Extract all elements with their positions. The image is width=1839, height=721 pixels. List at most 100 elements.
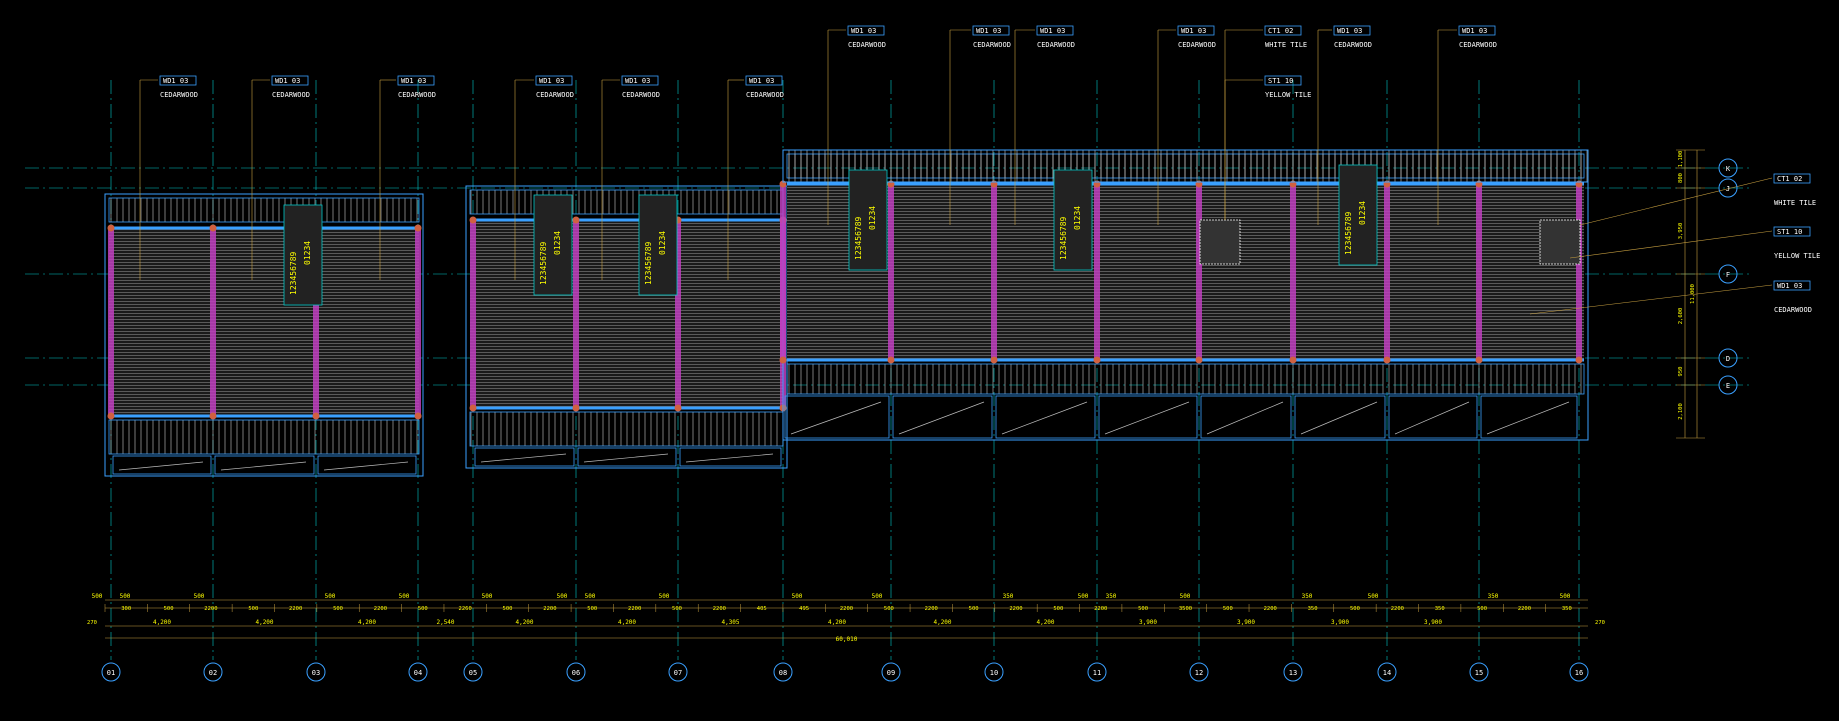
dim-detail: 2200	[1518, 606, 1531, 612]
dim-top: 500	[659, 593, 670, 600]
dim-bay: 4,200	[828, 619, 846, 626]
block-c-column-node	[1195, 356, 1203, 364]
block-c-column-wall	[1476, 184, 1482, 360]
dim-right: 2,600	[1678, 308, 1684, 325]
dim-top: 500	[1180, 593, 1191, 600]
block-c-bay	[1480, 395, 1578, 439]
cad-drawing-canvas: 123456789 01234 123456789 01234 123456789 012…	[0, 0, 1839, 721]
stair-number-short: 01234	[658, 231, 667, 255]
dim-bay: 3,900	[1237, 619, 1255, 626]
dim-top: 500	[872, 593, 883, 600]
tag-code: CT1 02	[1268, 27, 1293, 35]
tag-name: WHITE TILE	[1265, 41, 1307, 49]
block-a-column-node	[414, 412, 422, 420]
block-c-bay	[1388, 395, 1478, 439]
dim-top: 500	[194, 593, 205, 600]
block-c-column-node	[1575, 356, 1583, 364]
block-c-stair-line	[1104, 401, 1190, 435]
stair-number-short: 01234	[303, 241, 312, 265]
dim-detail: 2200	[543, 606, 556, 612]
tag-code: WD1 03	[1337, 27, 1362, 35]
dim-detail: 2200	[1264, 606, 1277, 612]
tag-name: CEDARWOOD	[1774, 306, 1812, 314]
dim-detail: 2200	[1094, 606, 1107, 612]
tag-name: CEDARWOOD	[1037, 41, 1075, 49]
block-b-column-node	[674, 404, 682, 412]
block-a-bay	[317, 455, 417, 475]
grid-bubble-07: 07	[668, 662, 688, 682]
block-b-stair-line	[685, 453, 774, 463]
block-b-stair-line	[583, 453, 669, 463]
block-c-bottom-railing	[786, 363, 1585, 395]
block-a-bay	[112, 455, 212, 475]
block-b-column-node	[469, 404, 477, 412]
dim-top: 500	[482, 593, 493, 600]
block-c-column-wall	[1094, 184, 1100, 360]
block-b-bay	[474, 447, 575, 467]
block-c-column-wall	[991, 184, 997, 360]
dim-top: 350	[1003, 593, 1014, 600]
block-a-stair-line	[220, 461, 307, 471]
tag-name: YELLOW TILE	[1265, 91, 1311, 99]
material-tag-right: ST1 10 YELLOW TILE	[1569, 226, 1820, 260]
dim-detail: 2200	[1009, 606, 1022, 612]
block-a-floor	[109, 228, 419, 416]
grid-bubble-label: 10	[990, 669, 998, 677]
block-c-stair-line	[1001, 401, 1088, 435]
dim-top: 350	[1106, 593, 1117, 600]
block-c-column-wall	[780, 184, 786, 360]
dim-right-total: 11,000	[1690, 284, 1696, 304]
grid-bubble-label: 04	[414, 669, 422, 677]
material-tag-right: CT1 02 WHITE TILE	[1579, 173, 1816, 226]
dim-top: 500	[1078, 593, 1089, 600]
block-c-column-node	[990, 356, 998, 364]
dim-bay: 3,900	[1424, 619, 1442, 626]
grid-bubble-label: F	[1726, 271, 1730, 279]
block-c-column-node	[1383, 356, 1391, 364]
dim-detail: 350	[1435, 606, 1445, 612]
tag-code: WD1 03	[1181, 27, 1206, 35]
tag-code: WD1 03	[1777, 282, 1802, 290]
block-c-stair-line	[790, 401, 882, 435]
grid-bubble-02: 02	[203, 662, 223, 682]
block-c-column-wall	[1576, 184, 1582, 360]
grid-bubble-12: 12	[1189, 662, 1209, 682]
tag-name: CEDARWOOD	[1334, 41, 1372, 49]
grid-bubble-09: 09	[881, 662, 901, 682]
grid-bubble-15: 15	[1469, 662, 1489, 682]
dim-top: 500	[399, 593, 410, 600]
dim-detail: 495	[799, 606, 809, 612]
block-c-stair-line	[1486, 401, 1570, 435]
block-b-top-railing	[469, 189, 784, 215]
dim-detail: 500	[1223, 606, 1233, 612]
stair-number-short: 01234	[1073, 206, 1082, 230]
grid-bubble-label: 12	[1195, 669, 1203, 677]
dim-top: 500	[325, 593, 336, 600]
block-b-column-wall	[470, 220, 476, 408]
block-b-column-node	[469, 216, 477, 224]
dim-detail: 300	[121, 606, 131, 612]
dim-top: 500	[1368, 593, 1379, 600]
grid-bubble-label: 15	[1475, 669, 1483, 677]
grid-bubble-label: 13	[1289, 669, 1297, 677]
block-b-column-node	[572, 404, 580, 412]
tag-name: YELLOW TILE	[1774, 252, 1820, 260]
block-c-column-node	[1289, 356, 1297, 364]
dim-top: 350	[1488, 593, 1499, 600]
stair-number: 123456789	[1344, 211, 1353, 255]
tag-code: WD1 03	[539, 77, 564, 85]
dim-bay: 4,200	[618, 619, 636, 626]
grid-bubble-05: 05	[463, 662, 483, 682]
dim-detail: 500	[164, 606, 174, 612]
dim-bay: 2,540	[436, 619, 454, 626]
stair-number: 123456789	[644, 241, 653, 285]
dim-top: 500	[585, 593, 596, 600]
dim-top: 500	[792, 593, 803, 600]
tag-name: WHITE TILE	[1774, 199, 1816, 207]
tag-name: CEDARWOOD	[160, 91, 198, 99]
dim-top: 500	[120, 593, 131, 600]
dim-top: 500	[557, 593, 568, 600]
block-c-upper-deck	[782, 149, 1589, 183]
block-c-column-node	[779, 356, 787, 364]
dim-detail: 2200	[925, 606, 938, 612]
